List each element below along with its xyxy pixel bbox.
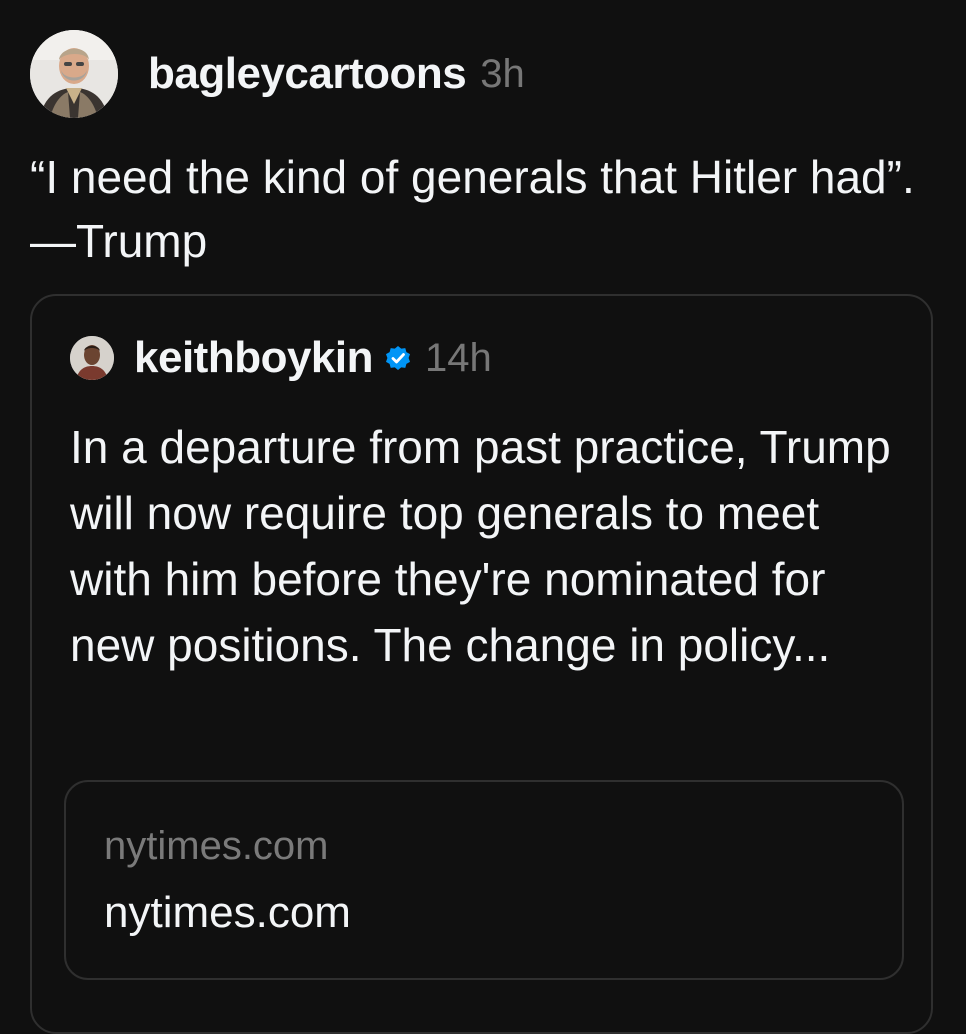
- quoted-post-card[interactable]: keithboykin 14h In a departure from past…: [30, 294, 933, 1034]
- quoted-post-text: In a departure from past practice, Trump…: [70, 421, 891, 671]
- avatar-photo-icon: [70, 336, 114, 380]
- link-preview-title: nytimes.com: [104, 888, 351, 937]
- author-avatar[interactable]: [30, 30, 118, 118]
- quoted-author-avatar[interactable]: [70, 336, 114, 380]
- verified-badge-icon: [386, 346, 410, 370]
- author-username[interactable]: bagleycartoons: [148, 49, 467, 99]
- post-timestamp[interactable]: 3h: [480, 52, 525, 97]
- post-text: “I need the kind of generals that Hitler…: [30, 151, 915, 267]
- quoted-author-username[interactable]: keithboykin: [134, 333, 374, 383]
- avatar-photo-icon: [30, 30, 118, 118]
- link-preview-domain: nytimes.com: [104, 824, 329, 868]
- thread-post: bagleycartoons 3h “I need the kind of ge…: [0, 0, 966, 1034]
- link-preview-card[interactable]: nytimes.com nytimes.com: [64, 780, 904, 980]
- author-line: bagleycartoons 3h: [148, 44, 525, 104]
- quoted-post-timestamp[interactable]: 14h: [425, 336, 492, 381]
- quoted-author-line: keithboykin 14h: [134, 330, 492, 386]
